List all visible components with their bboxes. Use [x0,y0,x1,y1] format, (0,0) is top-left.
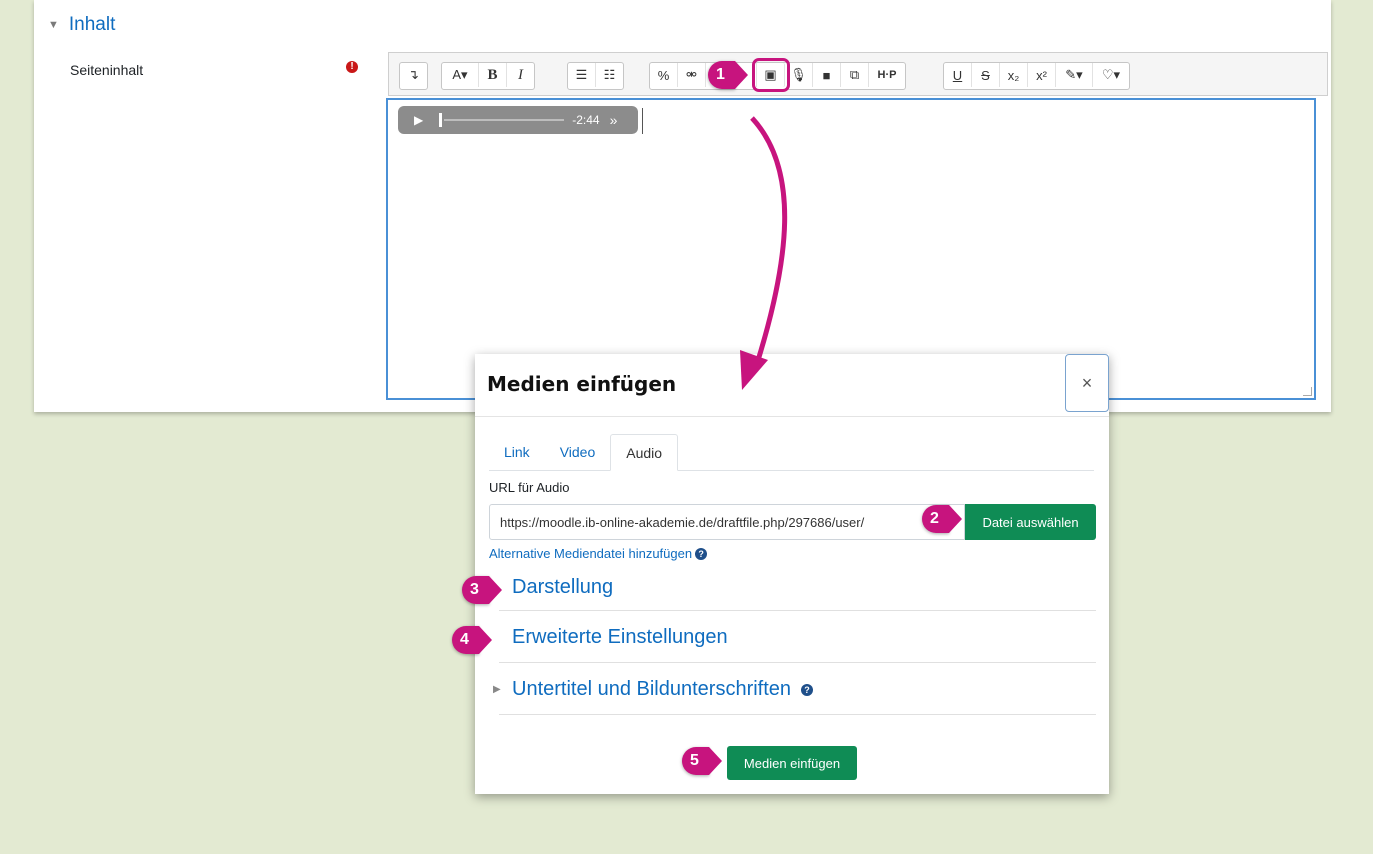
dialog-title: Medien einfügen [487,372,677,396]
media-tabs: Link Video Audio [489,434,1094,471]
insert-media-dialog: Medien einfügen × Link Video Audio URL f… [475,354,1109,794]
field-label: Seiteninhalt [70,62,144,78]
unordered-list-button[interactable]: ☰ [568,63,596,87]
step-badge-2: 2 [922,505,962,533]
insert-media-button[interactable]: ▣ [752,58,790,92]
divider [499,714,1096,715]
help-icon[interactable]: ? [801,683,814,696]
divider [499,610,1096,611]
left-margin [0,0,8,854]
superscript-button[interactable]: x² [1028,63,1056,87]
subscript-button[interactable]: x₂ [1000,63,1028,87]
step-badge-1: 1 [708,61,748,89]
play-icon[interactable]: ▶ [414,113,423,127]
section-erweiterte-einstellungen[interactable]: Erweiterte Einstellungen [512,626,728,649]
toolbar-group-style: A▾ B I [441,62,535,90]
alternative-media-label: Alternative Mediendatei hinzufügen [489,546,693,561]
close-icon[interactable]: × [1065,354,1109,412]
caret-right-icon: ▶ [493,684,501,695]
copy-button[interactable]: ⧉ [841,63,869,87]
step-badge-5: 5 [682,747,722,775]
seek-handle[interactable] [439,113,443,127]
alternative-media-link[interactable]: Alternative Mediendatei hinzufügen ? [489,546,708,561]
lightbulb-icon[interactable]: ♡▾ [1093,63,1129,87]
audio-player[interactable]: ▶ -2:44 » [398,106,638,134]
link-button[interactable]: % [650,63,678,87]
step-badge-4: 4 [452,626,492,654]
audio-url-input[interactable] [489,504,965,540]
toolbar-group-format: U S x₂ x² ✎▾ ♡▾ [943,62,1130,90]
record-video-button[interactable]: ■ [813,63,841,87]
tab-link[interactable]: Link [489,434,545,470]
record-audio-button[interactable]: 🎙 [785,63,813,87]
section-title: Inhalt [68,14,116,35]
h5p-button[interactable]: H·P [869,63,905,87]
editor-toolbar: ↴ A▾ B I ☰ ☷ % ⚮ ▣ 🎙 ■ ⧉ H·P U S x₂ x² ✎… [388,52,1328,96]
section-untertitel-label: Untertitel und Bildunterschriften [512,678,792,700]
brush-icon[interactable]: ✎▾ [1056,63,1093,87]
seek-track[interactable] [444,119,565,121]
section-darstellung[interactable]: Darstellung [512,576,613,599]
form-sheet: ▼ Inhalt Seiteninhalt ! ↴ A▾ B I ☰ ☷ % ⚮… [34,0,1331,412]
chevron-down-icon: ▼ [48,19,59,31]
tab-audio[interactable]: Audio [610,434,679,471]
underline-button[interactable]: U [944,63,972,87]
bold-button[interactable]: B [479,63,507,87]
ordered-list-button[interactable]: ☷ [596,63,623,87]
section-header-inhalt[interactable]: ▼ Inhalt [48,14,115,36]
help-icon[interactable]: ? [695,547,708,560]
url-label: URL für Audio [489,480,570,495]
italic-button[interactable]: I [507,63,534,87]
toolbar-group-lists: ☰ ☷ [567,62,624,90]
resize-handle-icon[interactable] [1303,387,1312,396]
unlink-button[interactable]: ⚮ [678,63,706,87]
audio-time: -2:44 [572,113,600,127]
divider [499,662,1096,663]
fast-forward-icon[interactable]: » [610,112,618,128]
step-badge-3: 3 [462,576,502,604]
toolbar-group-collapse: ↴ [399,62,428,90]
insert-media-submit-button[interactable]: Medien einfügen [727,746,857,780]
strikethrough-button[interactable]: S [972,63,1000,87]
section-untertitel[interactable]: Untertitel und Bildunterschriften ? [512,678,814,701]
choose-file-button[interactable]: Datei auswählen [965,504,1096,540]
required-icon: ! [346,61,358,73]
toolbar-group-links: % ⚮ ▣ 🎙 ■ ⧉ H·P [649,58,906,92]
tab-video[interactable]: Video [545,434,611,470]
collapse-button[interactable]: ↴ [400,63,427,87]
text-cursor [642,108,643,134]
font-style-button[interactable]: A▾ [442,63,479,87]
dialog-header: Medien einfügen × [475,354,1109,417]
